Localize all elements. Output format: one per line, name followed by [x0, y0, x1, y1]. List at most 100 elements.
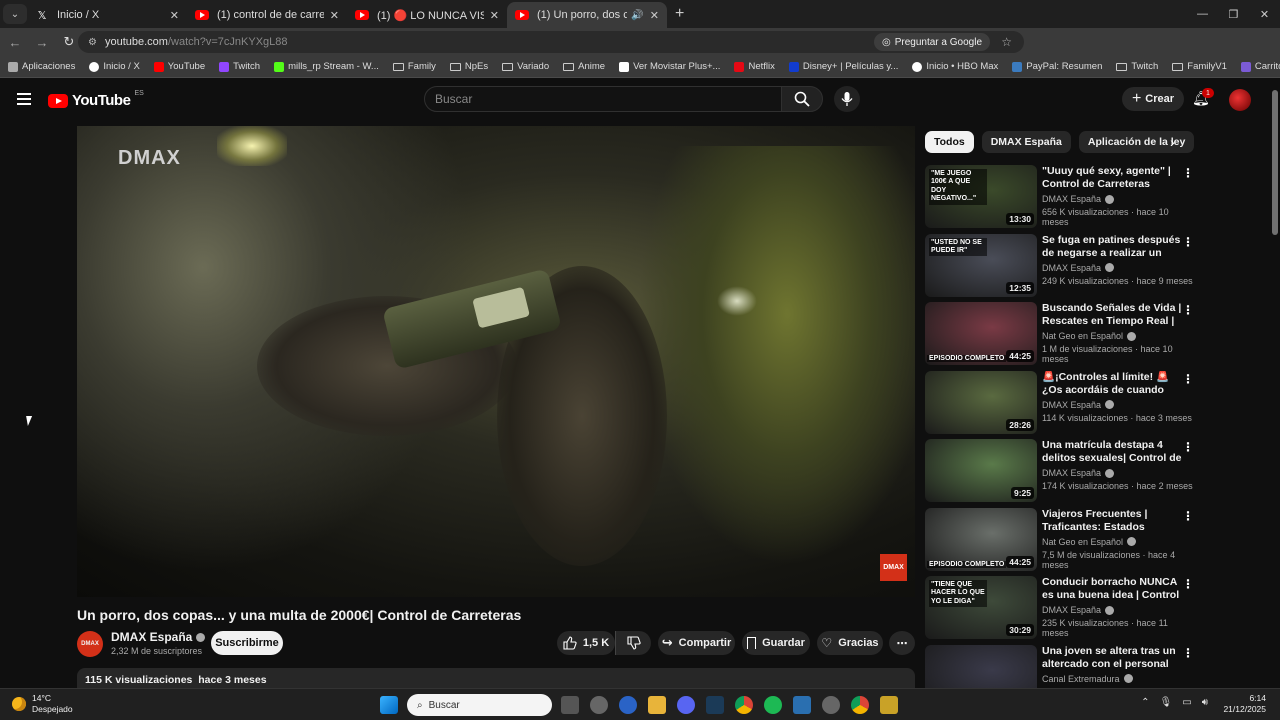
- recommended-video[interactable]: 28:26 🚨¡Controles al límite! 🚨 ¿Os acordá…: [925, 370, 1195, 435]
- channel-watermark-bug[interactable]: DMAX: [880, 554, 907, 581]
- video-thumbnail[interactable]: 28:26: [925, 370, 1037, 434]
- recommended-video[interactable]: "USTED NO SE PUEDE IR" 12:35 Se fuga en pa…: [925, 233, 1195, 298]
- chip-aplicacion-ley[interactable]: Aplicación de la ley: [1078, 131, 1195, 153]
- close-tab-icon[interactable]: ✕: [650, 9, 659, 22]
- bookmark-item[interactable]: mills_rp Stream - W...: [274, 61, 379, 72]
- share-button[interactable]: ↪ Compartir: [658, 631, 735, 655]
- app-icon[interactable]: [793, 696, 811, 714]
- bookmark-item[interactable]: Ver Movistar Plus+...: [619, 61, 720, 72]
- microphone-icon[interactable]: 🎙︎: [1160, 697, 1173, 708]
- bookmark-item[interactable]: Family: [392, 61, 436, 72]
- youtube-logo[interactable]: YouTube ES: [48, 90, 144, 109]
- tab-youtube-active[interactable]: (1) Un porro, dos copas... y 🔊 ✕: [507, 2, 667, 28]
- recommended-channel[interactable]: Nat Geo en Español: [1042, 537, 1137, 547]
- taskbar-search[interactable]: ⌕ Buscar: [407, 694, 552, 716]
- recommended-video[interactable]: EPISODIO COMPLETO 44:25 Buscando Señales d…: [925, 302, 1195, 366]
- tab-search-button[interactable]: ⌄: [3, 4, 27, 24]
- close-tab-icon[interactable]: ✕: [490, 9, 499, 22]
- video-thumbnail[interactable]: "ME JUEGO 100€ A QUE DOY NEGATIVO..." 13:…: [925, 165, 1037, 228]
- channel-avatar[interactable]: DMAX: [77, 631, 103, 657]
- recommended-channel[interactable]: DMAX España: [1042, 263, 1115, 273]
- video-thumbnail[interactable]: EPISODIO COMPLETO 44:25: [925, 302, 1037, 365]
- recommended-title[interactable]: "Uuuy qué sexy, agente" | Control de Car…: [1042, 165, 1182, 191]
- tab-x[interactable]: 𝕏 Inicio / X ✕: [27, 2, 187, 28]
- network-icon[interactable]: ▭: [1182, 697, 1191, 708]
- save-button[interactable]: Guardar: [742, 631, 810, 655]
- chrome-icon[interactable]: [735, 696, 753, 714]
- more-vertical-icon[interactable]: ⋮: [1182, 440, 1194, 454]
- recommended-title[interactable]: Conducir borracho NUNCA es una buena ide…: [1042, 576, 1182, 603]
- more-vertical-icon[interactable]: ⋮: [1182, 166, 1194, 180]
- bookmark-item[interactable]: Inicio / X: [89, 61, 140, 72]
- video-thumbnail[interactable]: "USTED NO SE PUEDE IR" 12:35: [925, 233, 1037, 297]
- close-tab-icon[interactable]: ✕: [330, 9, 339, 22]
- bookmark-item[interactable]: PayPal: Resumen: [1012, 61, 1102, 72]
- bookmark-item[interactable]: Inicio • HBO Max: [912, 61, 998, 72]
- site-info-icon[interactable]: ⚙: [88, 37, 97, 48]
- close-tab-icon[interactable]: ✕: [170, 9, 179, 22]
- more-vertical-icon[interactable]: ⋮: [1182, 372, 1194, 386]
- bookmark-item[interactable]: Variado: [502, 61, 549, 72]
- forward-icon[interactable]: →: [30, 35, 54, 50]
- task-view-icon[interactable]: [561, 696, 579, 714]
- channel-name[interactable]: DMAX España: [111, 630, 206, 644]
- more-vertical-icon[interactable]: ⋮: [1182, 509, 1194, 523]
- bookmark-item[interactable]: Disney+ | Películas y...: [788, 61, 898, 72]
- discord-icon[interactable]: [677, 696, 695, 714]
- recommended-channel[interactable]: DMAX España: [1042, 194, 1115, 204]
- bookmark-item[interactable]: NpEs: [449, 61, 488, 72]
- subscribe-button[interactable]: Suscribirme: [211, 631, 283, 655]
- windows-start-icon[interactable]: [380, 696, 398, 714]
- dislike-button[interactable]: [615, 631, 651, 655]
- search-input[interactable]: Buscar: [424, 86, 782, 112]
- chip-todos[interactable]: Todos: [925, 131, 974, 153]
- recommended-channel[interactable]: Nat Geo en Español: [1042, 331, 1137, 341]
- video-thumbnail[interactable]: 9:25: [925, 439, 1037, 502]
- chrome-active-icon[interactable]: [851, 696, 869, 714]
- recommended-video[interactable]: "ME JUEGO 100€ A QUE DOY NEGATIVO..." 13:…: [925, 165, 1195, 229]
- tab-youtube-nunca-visto[interactable]: (1) 🔴 LO NUNCA VISTO 🔴 de ✕: [347, 2, 507, 28]
- bookmark-item[interactable]: Netflix: [734, 61, 775, 72]
- more-actions-button[interactable]: ⋯: [889, 631, 915, 655]
- spotify-icon[interactable]: [764, 696, 782, 714]
- app-icon[interactable]: [880, 696, 898, 714]
- more-vertical-icon[interactable]: ⋮: [1182, 646, 1194, 660]
- more-vertical-icon[interactable]: ⋮: [1182, 235, 1194, 249]
- recommended-title[interactable]: 🚨¡Controles al límite! 🚨 ¿Os acordáis de…: [1042, 371, 1182, 398]
- bookmark-item[interactable]: Carrito - RHINOSHI...: [1240, 61, 1280, 72]
- hamburger-menu-icon[interactable]: [17, 93, 31, 105]
- file-explorer-icon[interactable]: [648, 696, 666, 714]
- search-button[interactable]: [781, 86, 823, 112]
- more-vertical-icon[interactable]: ⋮: [1182, 303, 1194, 317]
- new-tab-button[interactable]: +: [675, 5, 684, 23]
- ask-google-button[interactable]: ◎ Preguntar a Google: [873, 33, 990, 51]
- bookmark-item[interactable]: YouTube: [153, 61, 205, 72]
- app-icon[interactable]: [822, 696, 840, 714]
- chevron-up-icon[interactable]: ⌃: [1141, 697, 1149, 708]
- bookmark-item[interactable]: Twitch: [1116, 61, 1158, 72]
- recommended-title[interactable]: Se fuga en patines después de negarse a …: [1042, 234, 1182, 261]
- weather-widget[interactable]: 14°C Despejado: [12, 693, 73, 715]
- app-icon[interactable]: [590, 696, 608, 714]
- recommended-title[interactable]: Viajeros Frecuentes | Traficantes: Estad…: [1042, 508, 1182, 535]
- chevron-right-icon[interactable]: ›: [1170, 134, 1175, 150]
- recommended-channel[interactable]: DMAX España: [1042, 605, 1115, 615]
- voice-search-button[interactable]: [834, 86, 860, 112]
- page-scrollbar[interactable]: [1272, 90, 1278, 235]
- bookmark-item[interactable]: Aplicaciones: [8, 61, 75, 72]
- minimize-icon[interactable]: —: [1187, 0, 1218, 28]
- video-player[interactable]: DMAX DMAX: [77, 126, 915, 597]
- recommended-video[interactable]: EPISODIO COMPLETO 44:25 Viajeros Frecuente…: [925, 507, 1195, 572]
- thanks-button[interactable]: ♡ Gracias: [817, 631, 883, 655]
- video-thumbnail[interactable]: "TIENE QUE HACER LO QUE YO LE DIGA" 30:29: [925, 576, 1037, 639]
- steam-icon[interactable]: [706, 696, 724, 714]
- close-window-icon[interactable]: ✕: [1249, 0, 1280, 28]
- recommended-video[interactable]: 9:25 Una matrícula destapa 4 delitos sexu…: [925, 439, 1195, 503]
- speaker-icon[interactable]: 🔊: [631, 10, 643, 21]
- video-thumbnail[interactable]: EPISODIO COMPLETO 44:25: [925, 507, 1037, 571]
- recommended-title[interactable]: Buscando Señales de Vida | Rescates en T…: [1042, 302, 1182, 329]
- create-button[interactable]: + Crear: [1122, 87, 1184, 111]
- recommended-video[interactable]: "TIENE QUE HACER LO QUE YO LE DIGA" 30:29…: [925, 576, 1195, 640]
- app-icon[interactable]: [619, 696, 637, 714]
- bookmark-item[interactable]: Twitch: [219, 61, 260, 72]
